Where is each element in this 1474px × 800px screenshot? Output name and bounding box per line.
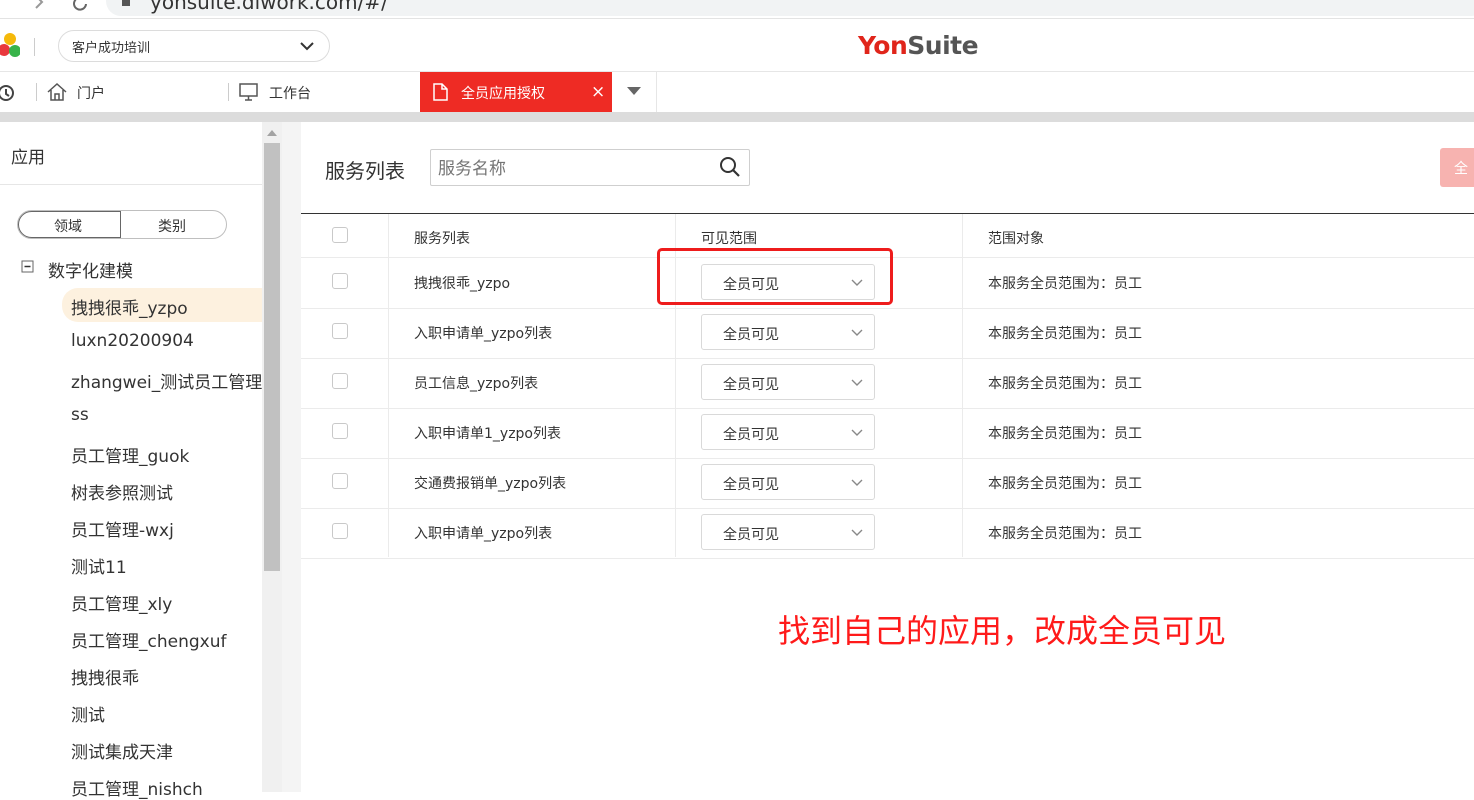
sidebar-tree-item[interactable]: 测试11 (71, 553, 127, 578)
collapse-icon[interactable] (21, 260, 35, 274)
row-checkbox[interactable] (332, 473, 348, 489)
sidebar-title: 应用 (11, 148, 45, 168)
sidebar-scroll-thumb[interactable] (264, 143, 280, 571)
close-icon[interactable]: × (591, 82, 605, 102)
sidebar-tree-item[interactable]: 测试集成天津 (71, 738, 173, 763)
sidebar-tree-item[interactable]: 拽拽很乖_yzpo (71, 294, 188, 319)
tab-divider (36, 83, 37, 101)
row-checkbox[interactable] (332, 423, 348, 439)
search-input[interactable] (436, 154, 710, 183)
service-name: 入职申请单_yzpo列表 (414, 326, 553, 342)
service-name: 拽拽很乖_yzpo (414, 276, 511, 292)
scope-text: 本服务全员范围为：员工 (988, 476, 1142, 492)
sidebar-tree-item[interactable]: 员工管理-wxj (71, 516, 174, 541)
tab-portal-label: 门户 (77, 86, 105, 102)
sidebar-gutter (282, 122, 301, 792)
tree-root-label[interactable]: 数字化建模 (48, 257, 133, 282)
chevron-down-icon[interactable] (299, 40, 315, 52)
sidebar-tree-item[interactable]: 员工管理_guok (71, 442, 189, 467)
tab-active-label: 全员应用授权 (461, 86, 545, 102)
tab-menu-caret-icon[interactable] (626, 86, 642, 96)
browser-nav-icons[interactable] (26, 0, 96, 16)
monitor-icon (239, 83, 258, 101)
chevron-down-icon (851, 529, 863, 536)
scope-text: 本服务全员范围为：员工 (988, 326, 1142, 342)
table-top-border (301, 213, 1474, 214)
scope-text: 本服务全员范围为：员工 (988, 426, 1142, 442)
app-logo-icon[interactable] (0, 32, 20, 58)
column-header-visibility: 可见范围 (701, 231, 757, 247)
content-separator (0, 112, 1474, 122)
tenant-label: 客户成功培训 (72, 41, 151, 56)
column-header-service: 服务列表 (414, 231, 470, 247)
search-icon[interactable] (719, 156, 741, 178)
row-checkbox[interactable] (332, 273, 348, 289)
sidebar-tree-item[interactable]: 员工管理_nishch (71, 775, 203, 800)
service-name: 交通费报销单_yzpo列表 (414, 476, 567, 492)
visibility-value: 全员可见 (723, 427, 779, 443)
service-name: 入职申请单_yzpo列表 (414, 526, 553, 542)
sidebar-tree-item[interactable]: zhangwei_测试员工管理 (71, 368, 262, 393)
document-icon (433, 83, 448, 101)
address-url[interactable]: yonsuite.diwork.com/#/ (150, 0, 388, 14)
tab-divider (656, 72, 657, 112)
sidebar-tree-item[interactable]: 员工管理_chengxuf (71, 627, 226, 652)
toggle-category-label: 类别 (158, 219, 186, 235)
visibility-value: 全员可见 (723, 327, 779, 343)
sidebar-tree-item[interactable]: 树表参照测试 (71, 479, 173, 504)
column-header-scope: 范围对象 (988, 231, 1044, 247)
top-right-button[interactable]: 全 (1440, 148, 1474, 187)
brand-yon: Yon (858, 31, 908, 60)
scroll-up-icon[interactable] (266, 128, 278, 138)
highlight-box (657, 248, 893, 305)
chevron-down-icon (851, 329, 863, 336)
toggle-domain-label: 领域 (54, 219, 82, 235)
top-right-button-label: 全 (1454, 161, 1468, 177)
sidebar-tree-item[interactable]: 测试 (71, 701, 105, 726)
select-all-checkbox[interactable] (332, 227, 348, 243)
lock-icon (122, 0, 130, 6)
scope-text: 本服务全员范围为：员工 (988, 526, 1142, 542)
visibility-value: 全员可见 (723, 527, 779, 543)
service-name: 员工信息_yzpo列表 (414, 376, 539, 392)
row-checkbox[interactable] (332, 323, 348, 339)
header-divider (34, 38, 35, 56)
history-icon[interactable] (0, 84, 16, 102)
row-checkbox[interactable] (332, 373, 348, 389)
sidebar-tree-item[interactable]: ss (71, 405, 89, 425)
tab-divider (228, 83, 229, 101)
service-name: 入职申请单1_yzpo列表 (414, 426, 561, 442)
scope-text: 本服务全员范围为：员工 (988, 376, 1142, 392)
row-checkbox[interactable] (332, 523, 348, 539)
brand-logo: YonSuite (858, 31, 979, 60)
sidebar-divider (0, 184, 262, 185)
sidebar-tree-item[interactable]: 员工管理_xly (71, 590, 172, 615)
page-title: 服务列表 (325, 159, 405, 183)
visibility-value: 全员可见 (723, 477, 779, 493)
home-icon (47, 82, 67, 101)
chevron-down-icon (851, 429, 863, 436)
sidebar-tree-item[interactable]: 拽拽很乖 (71, 664, 139, 689)
tab-portal[interactable] (44, 72, 224, 112)
sidebar-tree-item[interactable]: luxn20200904 (71, 331, 194, 351)
tab-workbench-label: 工作台 (269, 86, 311, 102)
visibility-value: 全员可见 (723, 377, 779, 393)
chevron-down-icon (851, 379, 863, 386)
scope-text: 本服务全员范围为：员工 (988, 276, 1142, 292)
chevron-down-icon (851, 479, 863, 486)
annotation-text: 找到自己的应用，改成全员可见 (778, 612, 1227, 650)
brand-suite: Suite (907, 31, 979, 60)
